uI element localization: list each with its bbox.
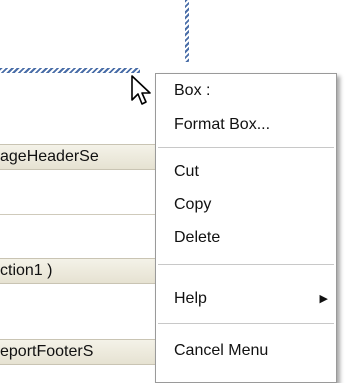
section-bar-detail[interactable]: ction1 ) bbox=[0, 258, 175, 284]
context-menu: Box : Format Box... Cut Copy Delete Help… bbox=[155, 73, 337, 383]
menu-item-delete[interactable]: Delete bbox=[156, 225, 336, 251]
section-bar-report-footer[interactable]: eportFooterS bbox=[0, 339, 175, 365]
section-divider bbox=[0, 214, 175, 215]
submenu-arrow-icon: ▶ bbox=[319, 293, 328, 305]
menu-item-label: Copy bbox=[174, 196, 212, 213]
section-label: ageHeaderSe bbox=[0, 148, 99, 165]
menu-item-cut[interactable]: Cut bbox=[156, 159, 336, 185]
section-label: eportFooterS bbox=[0, 343, 94, 360]
menu-item-label: Help bbox=[174, 290, 207, 307]
menu-item-format-box[interactable]: Format Box... bbox=[156, 112, 336, 138]
menu-item-box[interactable]: Box : bbox=[156, 78, 336, 104]
menu-separator bbox=[158, 264, 334, 265]
menu-item-label: Box : bbox=[174, 82, 211, 99]
menu-separator bbox=[158, 147, 334, 148]
menu-item-label: Cancel Menu bbox=[174, 342, 269, 359]
box-edge-vertical[interactable] bbox=[185, 0, 189, 62]
menu-item-label: Delete bbox=[174, 229, 221, 246]
box-edge-horizontal[interactable] bbox=[0, 68, 140, 73]
section-label: ction1 ) bbox=[0, 262, 53, 279]
menu-item-help[interactable]: Help ▶ bbox=[156, 286, 336, 312]
menu-item-cancel-menu[interactable]: Cancel Menu bbox=[156, 338, 336, 364]
menu-item-label: Cut bbox=[174, 163, 199, 180]
report-designer-surface: ageHeaderSe ction1 ) eportFooterS Box : … bbox=[0, 0, 347, 383]
mouse-pointer-icon bbox=[131, 75, 151, 105]
menu-item-label: Format Box... bbox=[174, 116, 271, 133]
menu-separator bbox=[158, 323, 334, 324]
section-bar-page-header[interactable]: ageHeaderSe bbox=[0, 144, 175, 170]
menu-item-copy[interactable]: Copy bbox=[156, 192, 336, 218]
